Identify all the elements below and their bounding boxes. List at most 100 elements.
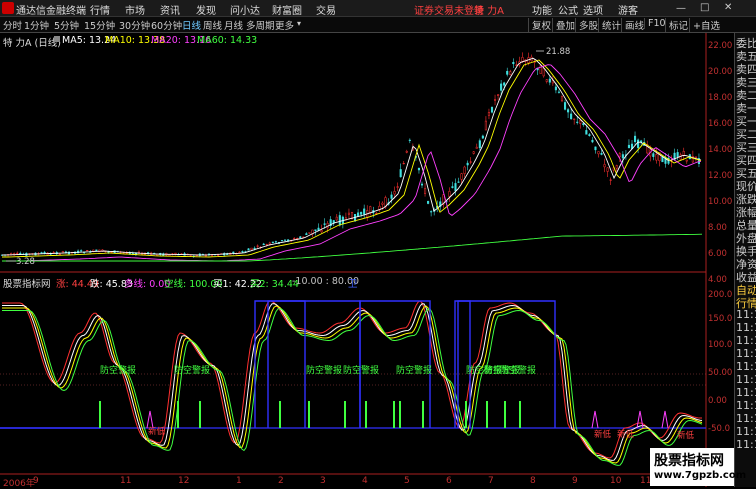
minimize-icon[interactable]: — bbox=[676, 3, 686, 14]
stock-tag: 特 力A bbox=[474, 6, 505, 17]
candle-body bbox=[633, 135, 637, 143]
candle-body bbox=[685, 159, 688, 162]
time-tick: 10 bbox=[610, 476, 622, 486]
period-15min[interactable]: 15分钟 bbox=[84, 18, 115, 32]
oscillator-line bbox=[2, 308, 703, 466]
candle-body bbox=[274, 241, 277, 243]
candle-body bbox=[357, 212, 360, 217]
side-panel-label: 11:1 bbox=[736, 347, 756, 360]
side-panel-label: 11:1 bbox=[736, 373, 756, 386]
menu-gongshi[interactable]: 公式 bbox=[558, 2, 578, 17]
menu-xuanxiang[interactable]: 选项 bbox=[583, 2, 603, 17]
candle-body bbox=[262, 243, 265, 246]
time-tick: 1 bbox=[236, 476, 242, 486]
price-tick: 16.00 bbox=[708, 119, 733, 129]
period-daily[interactable]: 日线 bbox=[182, 18, 201, 32]
period-5min[interactable]: 5分钟 bbox=[54, 18, 79, 32]
menu-hangqing[interactable]: 行情 bbox=[90, 2, 110, 17]
candle-body bbox=[320, 229, 323, 233]
time-tick: 4 bbox=[362, 476, 368, 486]
side-panel-label: 11:1 bbox=[736, 412, 756, 425]
menu-faxian[interactable]: 发现 bbox=[196, 2, 216, 17]
tool-huaxian[interactable]: 画线 bbox=[621, 18, 644, 32]
menu-caifuquan[interactable]: 财富圈 bbox=[272, 2, 302, 17]
candle-body bbox=[448, 191, 451, 197]
tool-biaoji[interactable]: 标记 bbox=[665, 18, 688, 32]
candle-body bbox=[268, 242, 271, 245]
period-1min[interactable]: 1分钟 bbox=[24, 18, 49, 32]
time-tick: 2006年 bbox=[3, 479, 35, 489]
candle-body bbox=[487, 112, 491, 116]
ind-tick: 150.0 bbox=[708, 314, 733, 324]
candle-body bbox=[481, 135, 484, 139]
tool-tongji[interactable]: 统计 bbox=[598, 18, 621, 32]
candle-body bbox=[490, 107, 494, 113]
watermark-title: 股票指标网 bbox=[654, 453, 724, 469]
tool-duogu[interactable]: 多股 bbox=[575, 18, 598, 32]
close-icon[interactable]: ✕ bbox=[724, 2, 732, 13]
new-low-label: 新低 bbox=[594, 429, 612, 440]
price-tick: 10.00 bbox=[708, 197, 733, 207]
quote-side-panel[interactable]: 委比 卖五 卖四 卖三 卖二 卖一 买一 买二 买三 买四 买五 现价 涨跌 涨幅 总量 外盘 换手 净资 收益 自动… bbox=[734, 33, 756, 487]
menu-shichang[interactable]: 市场 bbox=[125, 2, 145, 17]
period-fenshi[interactable]: 分时 bbox=[3, 18, 22, 32]
menu-gongneng[interactable]: 功能 bbox=[532, 2, 552, 17]
candle-body bbox=[238, 251, 241, 254]
candle-body bbox=[299, 236, 302, 239]
high-label: 21.88 bbox=[546, 47, 570, 57]
period-60min[interactable]: 60分钟 bbox=[151, 18, 182, 32]
candle-body bbox=[594, 146, 597, 151]
candle-body bbox=[363, 208, 366, 215]
period-toolbar: 分时 1分钟 5分钟 15分钟 30分钟 60分钟 日线 周线 月线 多周期 更… bbox=[0, 17, 756, 33]
side-panel-label: 11:1 bbox=[736, 386, 756, 399]
chart-area[interactable]: 21.88 3.28 防空警报 防空警报 防空警报 防空警报 防空警报 防空警报… bbox=[0, 33, 734, 487]
tool-fuquan[interactable]: 复权 bbox=[528, 18, 551, 32]
candle-body bbox=[493, 99, 497, 101]
time-tick: 8 bbox=[530, 476, 536, 486]
tool-f10[interactable]: F10 bbox=[644, 18, 666, 29]
candle-body bbox=[454, 183, 457, 191]
maximize-icon[interactable]: □ bbox=[700, 2, 709, 13]
candle-body bbox=[232, 251, 235, 254]
candle-body bbox=[573, 118, 576, 120]
new-low-label: 新低 bbox=[677, 430, 695, 441]
period-weekly[interactable]: 周线 bbox=[203, 18, 222, 32]
candle-body bbox=[682, 150, 685, 156]
candle-body bbox=[579, 120, 582, 124]
candlesticks bbox=[0, 52, 701, 258]
period-multi[interactable]: 多周期 bbox=[246, 18, 275, 32]
candle-body bbox=[591, 139, 594, 143]
candle-body bbox=[43, 251, 46, 254]
candle-body bbox=[420, 183, 424, 186]
candle-body bbox=[265, 244, 268, 246]
menu-jiaoyi[interactable]: 交易 bbox=[316, 2, 336, 17]
tool-zixuan[interactable]: +自选 bbox=[689, 18, 720, 32]
menu-wenxiaoda[interactable]: 问小达 bbox=[230, 2, 260, 17]
candle-body bbox=[548, 78, 551, 83]
candle-body bbox=[621, 154, 624, 159]
tool-diejia[interactable]: 叠加 bbox=[552, 18, 575, 32]
app-logo-icon bbox=[2, 2, 14, 14]
candle-body bbox=[430, 211, 433, 213]
period-more[interactable]: 更多 bbox=[275, 18, 294, 32]
candle-body bbox=[408, 139, 411, 141]
chevron-down-icon[interactable]: ▾ bbox=[297, 19, 301, 28]
candle-body bbox=[521, 57, 524, 62]
candle-body bbox=[588, 134, 591, 136]
time-tick: 5 bbox=[404, 476, 410, 486]
candle-body bbox=[19, 252, 22, 255]
candle-body bbox=[637, 139, 640, 148]
period-monthly[interactable]: 月线 bbox=[224, 18, 243, 32]
price-tick: 6.00 bbox=[708, 249, 727, 259]
candle-body bbox=[390, 194, 393, 199]
candle-body bbox=[475, 146, 478, 149]
time-tick: 9 bbox=[572, 476, 578, 486]
candle-body bbox=[676, 152, 679, 158]
menu-youke[interactable]: 游客 bbox=[618, 2, 638, 17]
candle-body bbox=[256, 245, 259, 247]
alert-label: 防空警报 bbox=[396, 364, 432, 376]
candle-body bbox=[615, 165, 618, 169]
menu-zixun[interactable]: 资讯 bbox=[160, 2, 180, 17]
period-30min[interactable]: 30分钟 bbox=[119, 18, 150, 32]
ind-tick: -50.0 bbox=[708, 424, 730, 434]
